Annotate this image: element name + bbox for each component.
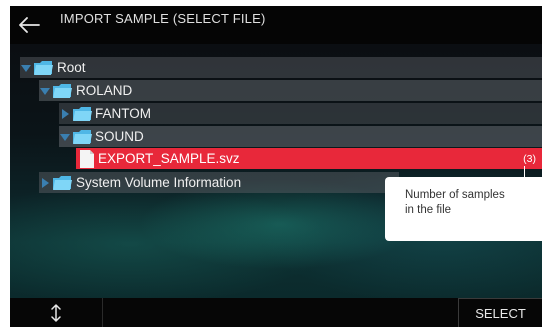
back-button[interactable] — [10, 6, 48, 44]
screen: IMPORT SAMPLE (SELECT FILE) Root ROLAND — [10, 6, 542, 327]
footer-bar: SELECT — [10, 298, 542, 327]
callout-text-line1: Number of samples — [405, 189, 505, 201]
tree-item-label: SOUND — [95, 129, 144, 144]
file-tree: Root ROLAND FANTOM SOUND EXPORT_SAMPLE.s… — [10, 44, 542, 298]
document-icon — [80, 149, 94, 168]
expand-arrow-icon[interactable] — [20, 62, 32, 74]
folder-icon — [53, 175, 72, 190]
callout-text-line2: in the file — [405, 204, 452, 216]
tree-item-label: ROLAND — [76, 83, 133, 98]
tree-item-fantom[interactable]: FANTOM — [59, 103, 542, 124]
folder-icon — [34, 60, 53, 75]
sample-count: (3) — [523, 152, 536, 165]
folder-icon — [73, 106, 92, 121]
tree-item-label: FANTOM — [95, 106, 152, 121]
header-bar: IMPORT SAMPLE (SELECT FILE) — [10, 6, 542, 44]
tree-item-label: Root — [57, 60, 86, 75]
tree-item-label: System Volume Information — [76, 175, 242, 190]
tree-item-system-volume-information[interactable]: System Volume Information — [39, 172, 399, 193]
folder-icon — [53, 83, 72, 98]
file-name-label: EXPORT_SAMPLE.svz — [98, 151, 240, 166]
select-button[interactable]: SELECT — [458, 298, 542, 327]
page-title: IMPORT SAMPLE (SELECT FILE) — [60, 11, 266, 26]
tree-item-file-selected[interactable]: EXPORT_SAMPLE.svz (3) — [76, 148, 542, 169]
tree-item-roland[interactable]: ROLAND — [39, 80, 542, 101]
collapse-arrow-icon[interactable] — [59, 108, 71, 120]
collapse-arrow-icon[interactable] — [39, 177, 51, 189]
sort-button[interactable] — [10, 298, 103, 327]
up-down-arrow-icon — [51, 303, 61, 322]
tree-item-root[interactable]: Root — [20, 57, 542, 78]
tree-item-sound[interactable]: SOUND — [59, 126, 542, 147]
folder-icon — [73, 129, 92, 144]
callout-note: Number of samples in the file — [385, 177, 542, 241]
left-arrow-icon — [19, 17, 40, 33]
expand-arrow-icon[interactable] — [59, 131, 71, 143]
expand-arrow-icon[interactable] — [39, 85, 51, 97]
